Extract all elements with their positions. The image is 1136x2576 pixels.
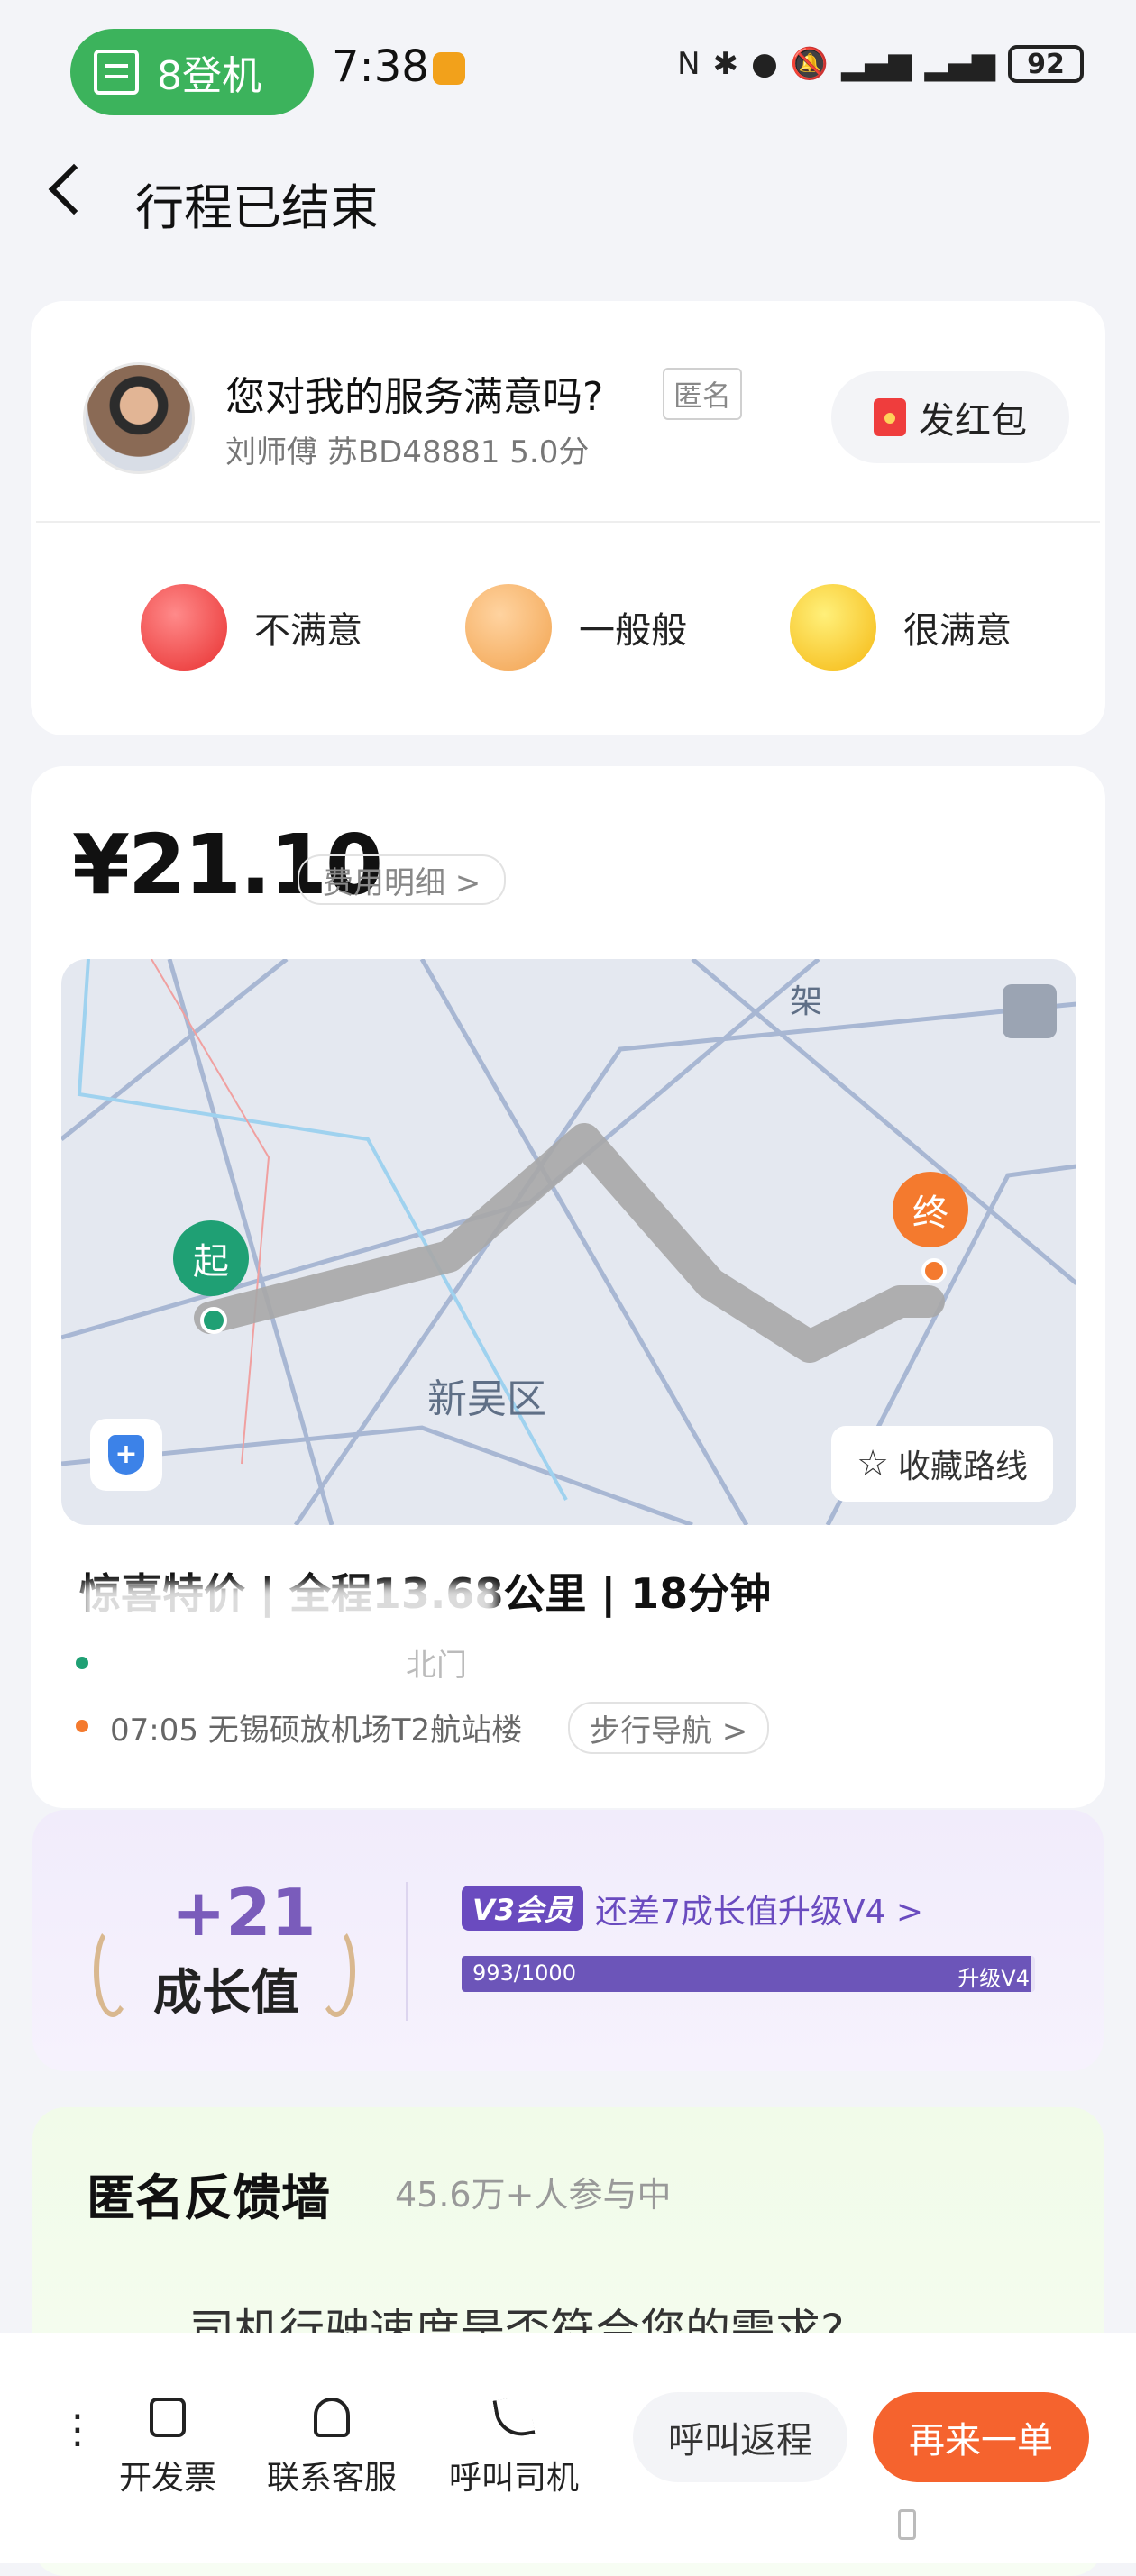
end-dot (921, 1258, 947, 1283)
mute-icon: 🔕 (790, 46, 829, 82)
driver-info: 刘师傅 苏BD48881 5.0分 (225, 434, 590, 470)
page-title: 行程已结束 (135, 179, 379, 236)
walk-navigation-button[interactable]: 步行导航 > (568, 1702, 770, 1754)
signal-icon-2: ▂▄▆ (924, 46, 995, 82)
safety-shield-button[interactable]: + (90, 1419, 162, 1491)
vertical-divider (406, 1882, 408, 2021)
start-location-text: 北门 (406, 1648, 467, 1684)
headset-icon (314, 2398, 350, 2437)
customer-service-button[interactable]: 联系客服 (267, 2398, 397, 2498)
end-location-dot (76, 1720, 88, 1732)
rating-option-unsatisfied[interactable]: 不满意 (141, 584, 362, 671)
invoice-button[interactable]: 开发票 (119, 2398, 216, 2498)
growth-label: 成长值 (153, 1964, 299, 2021)
app-notification-icon (433, 52, 465, 85)
upgrade-text[interactable]: 还差7成长值升级V4 > (595, 1886, 923, 1932)
route-map[interactable]: 起 终 新吴区 架 + ☆ 收藏路线 (61, 959, 1076, 1525)
progress-text: 993/1000 (472, 1960, 576, 1986)
favorite-route-button[interactable]: ☆ 收藏路线 (831, 1426, 1053, 1502)
battery-icon: 92 (1008, 45, 1084, 83)
flight-status-pill[interactable]: 8登机 (70, 29, 314, 115)
call-driver-button[interactable]: 呼叫司机 (449, 2394, 579, 2498)
boarding-icon (94, 50, 139, 95)
anonymous-tag: 匿名 (663, 368, 743, 420)
member-badge: V3会员 (462, 1886, 584, 1931)
laurel-right-icon (317, 1925, 355, 2017)
home-indicator (898, 2509, 916, 2540)
red-envelope-icon (874, 398, 906, 436)
star-icon: ☆ (857, 1443, 889, 1484)
status-icons: N ✱ ● 🔕 ▂▄▆ ▂▄▆ 92 (677, 45, 1084, 83)
clock: 7:38 (332, 41, 429, 92)
shield-icon: + (108, 1435, 144, 1475)
signal-icon: ▂▄▆ (841, 46, 912, 82)
angry-face-icon (141, 584, 227, 671)
order-again-button[interactable]: 再来一单 (873, 2392, 1089, 2482)
location-icon: ● (751, 46, 778, 82)
red-packet-button[interactable]: 发红包 (831, 371, 1069, 463)
road-label: 架 (790, 983, 823, 1020)
wink-face-icon (790, 584, 876, 671)
district-label: 新吴区 (427, 1376, 546, 1422)
fee-detail-button[interactable]: 费用明细 > (298, 854, 507, 905)
phone-icon (492, 2394, 536, 2441)
neutral-face-icon (465, 584, 552, 671)
driver-avatar[interactable] (83, 362, 195, 474)
bluetooth-icon: ✱ (712, 46, 739, 82)
divider (36, 521, 1100, 523)
end-location-text: 07:05 无锡硕放机场T2航站楼 (110, 1713, 523, 1749)
feedback-title: 匿名反馈墙 (87, 2170, 330, 2226)
more-menu-icon[interactable]: ⋮ (58, 2410, 97, 2450)
start-location-dot (76, 1657, 88, 1669)
back-arrow-icon[interactable] (48, 163, 100, 215)
nfc-icon: N (677, 46, 701, 82)
pill-text: 8登机 (157, 53, 261, 99)
laurel-left-icon (94, 1925, 132, 2017)
rating-option-satisfied[interactable]: 很满意 (790, 584, 1012, 671)
start-marker: 起 (173, 1220, 249, 1296)
growth-points: +21 (171, 1875, 316, 1950)
service-question: 您对我的服务满意吗? (225, 374, 604, 420)
start-dot (200, 1307, 227, 1334)
expand-map-icon[interactable] (1003, 984, 1057, 1038)
progress-target: 升级V4 (957, 1966, 1030, 1991)
invoice-icon (150, 2398, 186, 2437)
end-marker: 终 (893, 1172, 968, 1247)
return-trip-button[interactable]: 呼叫返程 (633, 2392, 847, 2482)
feedback-participants: 45.6万+人参与中 (395, 2175, 672, 2215)
rating-option-neutral[interactable]: 一般般 (465, 584, 687, 671)
